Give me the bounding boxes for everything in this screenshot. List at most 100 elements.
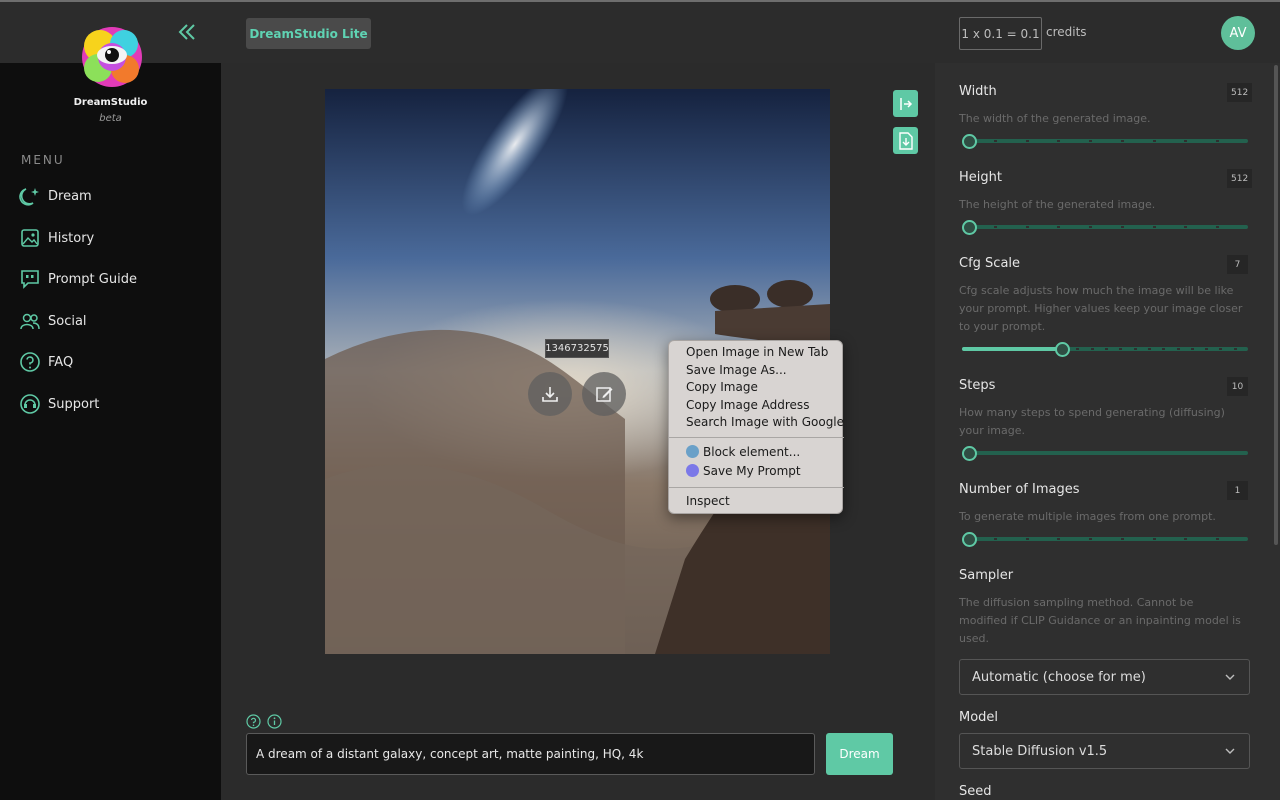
number-of-images-title: Number of Images: [959, 482, 1080, 497]
menu-item-open-image-new-tab[interactable]: Open Image in New Tab: [686, 345, 828, 359]
slider-tick: [1177, 348, 1180, 350]
sidebar-item-label: History: [48, 230, 95, 246]
sidebar-item-support[interactable]: Support: [19, 391, 99, 417]
slider-tick: [1057, 538, 1060, 540]
cfg-scale-description: Cfg scale adjusts how much the image wil…: [959, 284, 1243, 333]
number-of-images-value[interactable]: 1: [1227, 481, 1248, 500]
menu-item-inspect[interactable]: Inspect: [686, 494, 730, 508]
sidebar-item-social[interactable]: Social: [19, 308, 87, 334]
cfg-scale-title: Cfg Scale: [959, 256, 1021, 271]
height-slider[interactable]: [962, 220, 1248, 235]
steps-title: Steps: [959, 378, 996, 393]
menu-item-save-image-as[interactable]: Save Image As...: [686, 363, 787, 377]
model-title: Model: [959, 710, 999, 725]
scrollbar-thumb[interactable]: [1274, 65, 1278, 545]
width-value[interactable]: 512: [1227, 83, 1253, 102]
slider-tick: [1191, 348, 1194, 350]
shield-icon: [686, 445, 699, 458]
slider-tick: [1026, 538, 1029, 540]
sidebar: [0, 63, 221, 800]
slider-tick: [1153, 140, 1156, 142]
slider-thumb[interactable]: [1055, 342, 1070, 357]
width-title: Width: [959, 84, 997, 99]
question-circle-icon[interactable]: [246, 714, 261, 729]
slider-tick: [994, 140, 997, 142]
steps-slider[interactable]: [962, 446, 1248, 461]
steps-value[interactable]: 10: [1227, 377, 1248, 396]
slider-tick: [1134, 348, 1137, 350]
slider-thumb[interactable]: [962, 134, 977, 149]
seed-tooltip: 1346732575: [545, 339, 609, 358]
slider-tick: [1119, 348, 1122, 350]
sidebar-item-dream[interactable]: Dream: [19, 183, 92, 209]
credits-label: credits: [1046, 25, 1087, 39]
prompt-input[interactable]: [246, 733, 815, 775]
slider-tick: [994, 538, 997, 540]
edit-image-button[interactable]: [582, 372, 626, 416]
menu-item-search-image-google[interactable]: Search Image with Google: [686, 415, 844, 429]
menu-divider: [669, 487, 844, 488]
menu-item-save-my-prompt[interactable]: Save My Prompt: [686, 464, 801, 478]
slider-tick: [1057, 226, 1060, 228]
number-of-images-slider[interactable]: [962, 532, 1248, 547]
slider-tick: [1121, 226, 1124, 228]
settings-scrollbar[interactable]: [1274, 63, 1280, 800]
slider-tick: [1153, 226, 1156, 228]
slider-thumb[interactable]: [962, 532, 977, 547]
slider-tick: [1121, 538, 1124, 540]
slider-track[interactable]: [962, 139, 1248, 143]
model-selected: Stable Diffusion v1.5: [972, 743, 1108, 759]
sampler-select[interactable]: Automatic (choose for me): [959, 659, 1250, 695]
slider-tick: [1076, 348, 1079, 350]
expand-panel-button[interactable]: [893, 90, 918, 117]
sampler-description: The diffusion sampling method. Cannot be…: [959, 596, 1241, 645]
menu-item-copy-image-address[interactable]: Copy Image Address: [686, 398, 809, 412]
info-icon[interactable]: [267, 714, 282, 729]
menu-item-label: Save My Prompt: [703, 464, 801, 478]
slider-track[interactable]: [962, 451, 1248, 455]
sidebar-item-faq[interactable]: FAQ: [19, 349, 73, 375]
brand-name: DreamStudio: [73, 97, 148, 108]
slider-thumb[interactable]: [962, 446, 977, 461]
seed-title: Seed: [959, 784, 992, 799]
model-select[interactable]: Stable Diffusion v1.5: [959, 733, 1250, 769]
dream-button[interactable]: Dream: [826, 733, 893, 775]
download-image-button[interactable]: [528, 372, 572, 416]
user-avatar[interactable]: AV: [1221, 16, 1255, 50]
dreamstudio-lite-tab[interactable]: DreamStudio Lite: [246, 18, 371, 49]
sidebar-item-history[interactable]: History: [19, 225, 94, 251]
sidebar-item-prompt-guide[interactable]: Prompt Guide: [19, 266, 137, 292]
height-value[interactable]: 512: [1227, 169, 1253, 188]
menu-divider: [669, 437, 844, 438]
question-circle-icon: [20, 352, 40, 372]
slider-tick: [1057, 140, 1060, 142]
slider-track[interactable]: [962, 225, 1248, 229]
slider-thumb[interactable]: [962, 220, 977, 235]
slider-tick: [1121, 140, 1124, 142]
download-icon: [542, 387, 558, 402]
height-description: The height of the generated image.: [959, 198, 1156, 211]
sidebar-item-label: Social: [48, 313, 87, 329]
menu-item-copy-image[interactable]: Copy Image: [686, 380, 758, 394]
cfg-scale-value[interactable]: 7: [1227, 255, 1248, 274]
slider-tick: [1216, 140, 1219, 142]
support-headset-icon: [20, 394, 40, 414]
menu-item-block-element[interactable]: Block element...: [686, 445, 800, 459]
arrow-right-bar-icon: [899, 97, 912, 110]
slider-tick: [1026, 226, 1029, 228]
slider-tick: [1234, 348, 1237, 350]
sidebar-item-label: Support: [48, 396, 100, 412]
slider-tick: [1216, 226, 1219, 228]
width-slider[interactable]: [962, 134, 1248, 149]
height-title: Height: [959, 170, 1002, 185]
credits-cost: 1 x 0.1 = 0.1: [959, 17, 1042, 50]
slider-tick: [1026, 140, 1029, 142]
cfg-scale-slider[interactable]: [962, 342, 1248, 357]
number-of-images-description: To generate multiple images from one pro…: [959, 510, 1216, 523]
collapse-sidebar-icon[interactable]: [176, 21, 198, 43]
moon-sparkle-icon: [19, 188, 39, 206]
slider-track[interactable]: [962, 537, 1248, 541]
width-description: The width of the generated image.: [959, 112, 1151, 125]
chevron-down-icon: [1225, 748, 1235, 754]
download-file-button[interactable]: [893, 127, 918, 154]
